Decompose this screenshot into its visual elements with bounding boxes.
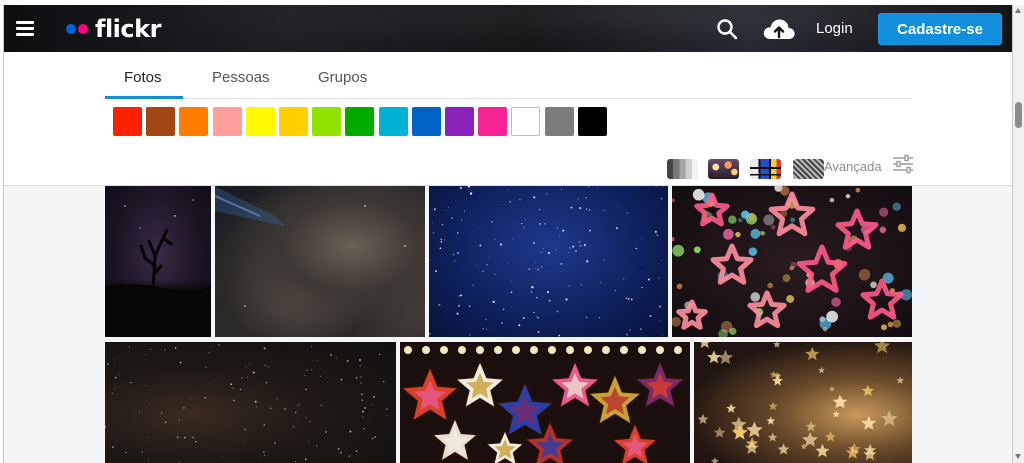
- hamburger-menu-icon[interactable]: [16, 19, 36, 37]
- color-swatch-black[interactable]: [577, 107, 607, 136]
- minimalist-style-icon[interactable]: [750, 159, 781, 179]
- color-swatch-red[interactable]: [113, 107, 142, 136]
- cloud-upload-icon[interactable]: [762, 16, 796, 42]
- search-icon[interactable]: [716, 18, 738, 40]
- black-and-white-style-icon[interactable]: [667, 159, 698, 179]
- color-swatch-purple[interactable]: [445, 107, 474, 136]
- photo-bokeh-star-lights[interactable]: [672, 186, 912, 337]
- vertical-scrollbar[interactable]: [1013, 5, 1024, 463]
- tab-fotos[interactable]: Fotos: [124, 69, 162, 86]
- color-swatch-gray[interactable]: [544, 107, 574, 136]
- tab-grupos[interactable]: Grupos: [318, 69, 367, 86]
- color-swatch-yellow[interactable]: [245, 107, 275, 136]
- color-swatch-brown[interactable]: [146, 107, 176, 136]
- sliders-icon[interactable]: [892, 154, 914, 174]
- photo-dark-starry-sky[interactable]: [105, 342, 396, 463]
- logo-pink-dot: [78, 24, 88, 34]
- color-swatch-green[interactable]: [345, 107, 375, 136]
- photo-dead-tree-night-sky[interactable]: [105, 186, 211, 337]
- scrollbar-thumb[interactable]: [1015, 102, 1022, 128]
- color-swatch-gold[interactable]: [279, 107, 308, 136]
- signup-button[interactable]: Cadastre-se: [878, 13, 1002, 45]
- photo-milky-way-clouds[interactable]: [215, 186, 425, 337]
- shallow-depth-of-field-style-icon[interactable]: [708, 159, 739, 179]
- color-swatch-teal[interactable]: [378, 107, 408, 136]
- color-swatch-blue[interactable]: [411, 107, 441, 136]
- advanced-search-link[interactable]: Avançada: [824, 159, 882, 174]
- color-swatch-pink[interactable]: [212, 107, 242, 136]
- photo-paper-star-lanterns[interactable]: [400, 342, 690, 463]
- logo-blue-dot: [66, 24, 76, 34]
- active-tab-indicator: [105, 96, 183, 99]
- top-navigation-bar: flickr Login Cadastre-se: [4, 5, 1012, 52]
- color-swatch-magenta[interactable]: [478, 107, 508, 136]
- login-link[interactable]: Login: [816, 20, 853, 37]
- color-swatch-orange[interactable]: [179, 107, 209, 136]
- flickr-logo[interactable]: flickr: [66, 14, 161, 44]
- color-swatch-lime[interactable]: [312, 107, 342, 136]
- photo-golden-star-confetti[interactable]: [694, 342, 912, 463]
- color-swatch-white[interactable]: [511, 107, 541, 136]
- browser-viewport: flickr Login Cadastre-se Fotos Pessoas G…: [3, 5, 1013, 463]
- scroll-up-arrow-icon[interactable]: [1015, 8, 1021, 13]
- scroll-down-arrow-icon[interactable]: [1015, 454, 1021, 459]
- tab-pessoas[interactable]: Pessoas: [212, 69, 270, 86]
- search-tabs: Fotos Pessoas Grupos: [105, 52, 912, 99]
- photo-blue-starry-sky[interactable]: [429, 186, 668, 337]
- logo-text: flickr: [95, 15, 161, 43]
- search-filter-panel: Fotos Pessoas Grupos Avançada: [4, 52, 1012, 186]
- patterns-style-icon[interactable]: [793, 159, 824, 179]
